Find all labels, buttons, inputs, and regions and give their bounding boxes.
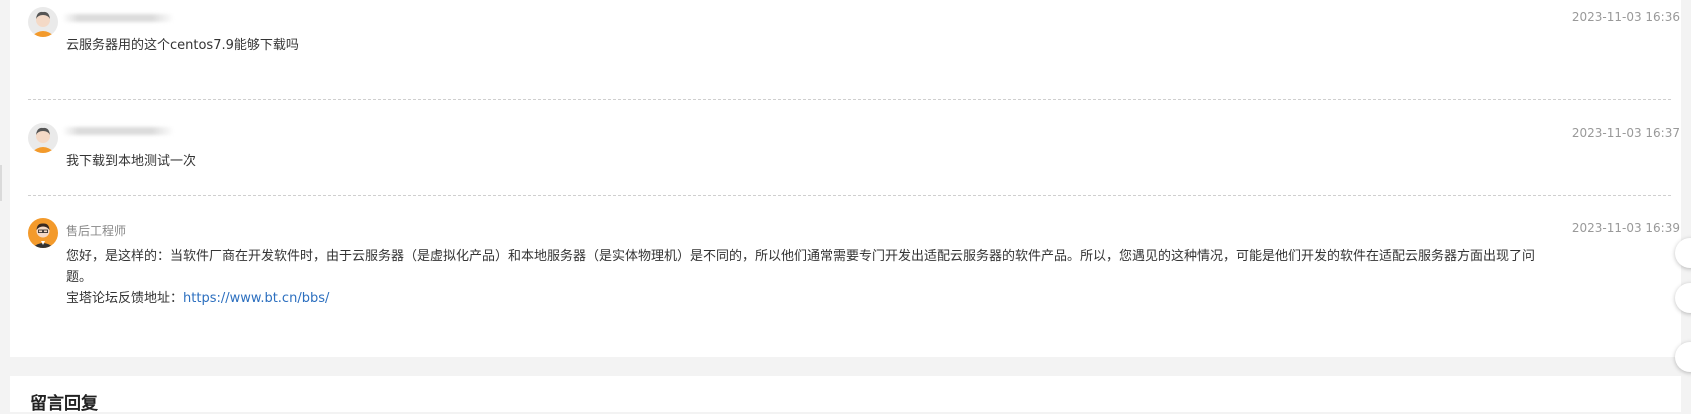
comment-content: 您好，是这样的：当软件厂商在开发软件时，由于云服务器（是虚拟化产品）和本地服务器… xyxy=(66,246,1554,309)
comment-time: 2023-11-03 16:37 xyxy=(1571,126,1680,140)
comment-content: 我下载到本地测试一次 xyxy=(66,154,197,169)
user-avatar-icon[interactable] xyxy=(28,7,58,37)
forum-link[interactable]: https://www.bt.cn/bbs/ xyxy=(183,291,329,306)
engineer-username: 售后工程师 xyxy=(66,224,127,238)
forum-label: 宝塔论坛反馈地址： xyxy=(66,291,184,306)
reply-section-card xyxy=(10,376,1681,412)
content-line: 题。 xyxy=(66,270,93,285)
reply-section-title: 留言回复 xyxy=(30,394,98,414)
forum-row: 宝塔论坛反馈地址：https://www.bt.cn/bbs/ xyxy=(66,288,1554,309)
username-redacted xyxy=(62,14,174,22)
left-edge-mark xyxy=(0,165,2,201)
comment-divider xyxy=(28,195,1671,196)
username-redacted xyxy=(62,127,174,135)
comment-time: 2023-11-03 16:36 xyxy=(1571,10,1680,24)
engineer-avatar-icon[interactable] xyxy=(28,218,58,248)
comment-divider xyxy=(28,99,1671,100)
content-line: 您好，是这样的：当软件厂商在开发软件时，由于云服务器（是虚拟化产品）和本地服务器… xyxy=(66,249,1536,264)
user-avatar-icon[interactable] xyxy=(28,123,58,153)
comment-content: 云服务器用的这个centos7.9能够下载吗 xyxy=(66,38,299,53)
comment-time: 2023-11-03 16:39 xyxy=(1571,221,1680,235)
